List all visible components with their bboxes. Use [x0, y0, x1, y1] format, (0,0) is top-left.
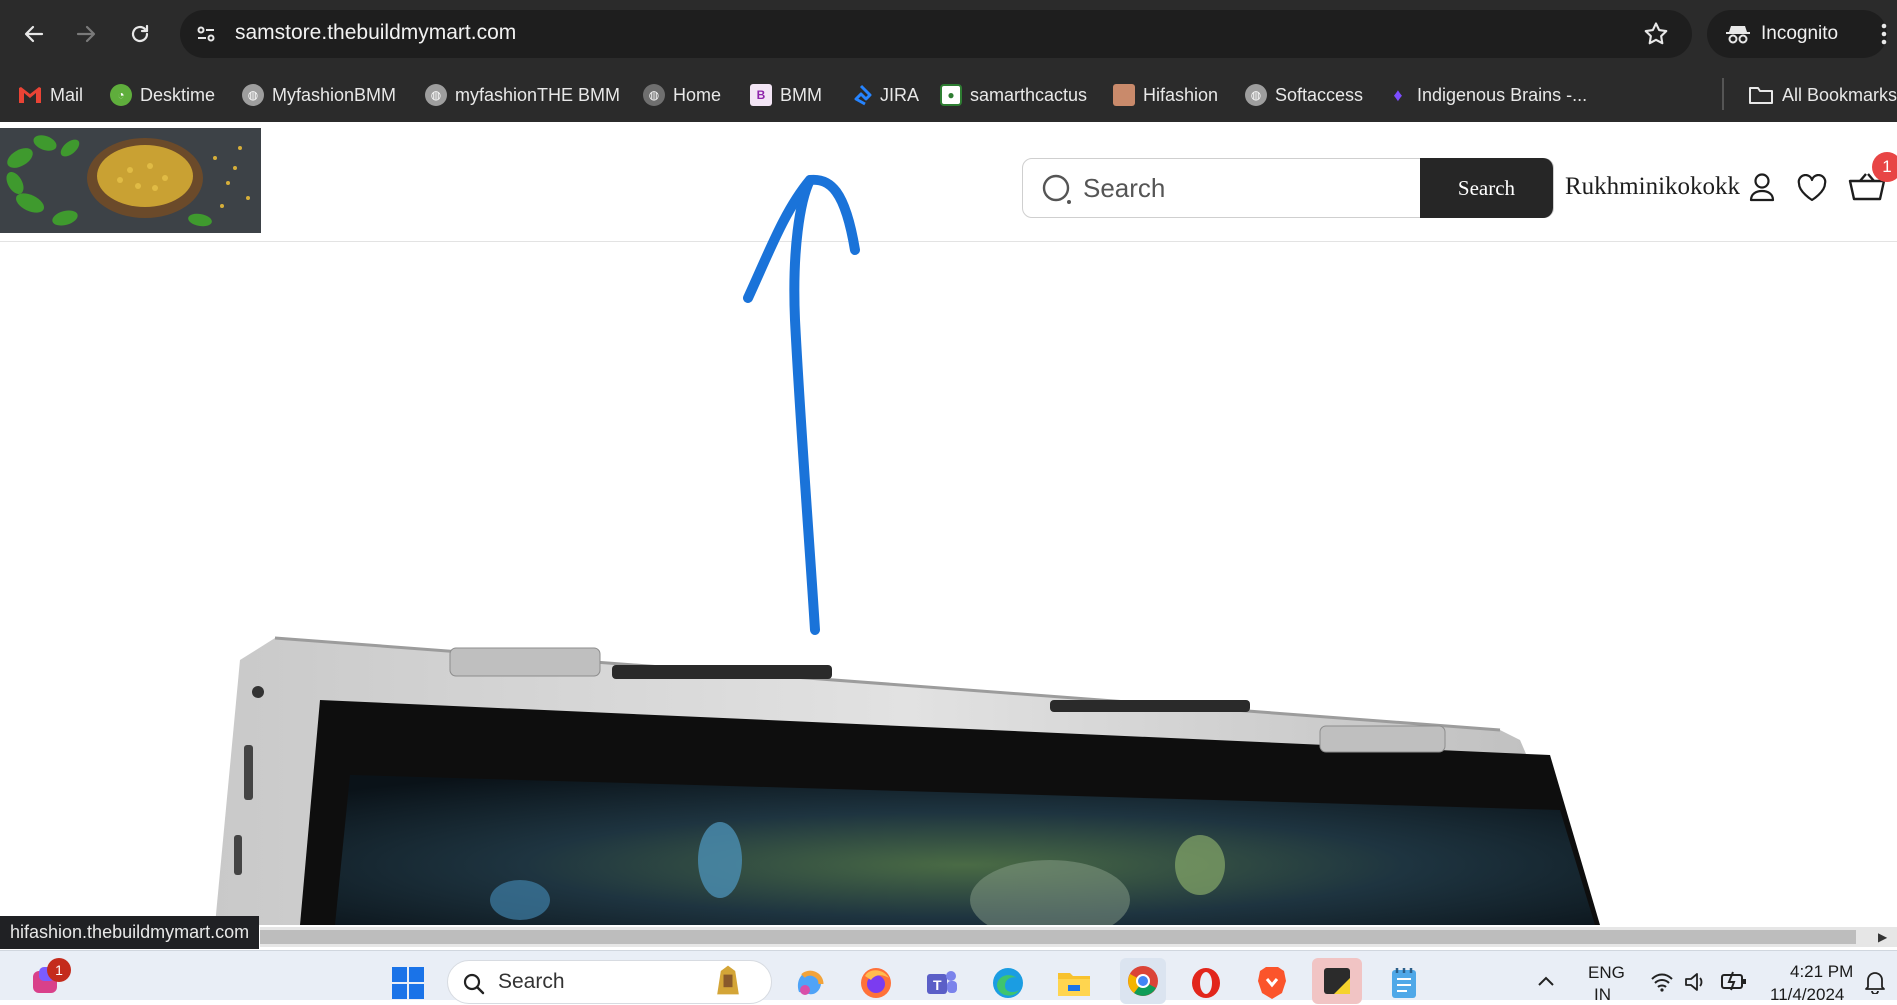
search-icon: [463, 973, 485, 995]
sticky-notes-icon: [1324, 968, 1350, 994]
bookmarks-separator: [1722, 78, 1724, 110]
bookmark-bmm[interactable]: B BMM: [750, 78, 822, 112]
taskbar-search-label: Search: [498, 970, 565, 993]
user-name-link[interactable]: Rukhminikokokk: [1565, 173, 1740, 201]
opera-icon: [1192, 968, 1220, 998]
spice-bowl-logo-image: [0, 128, 261, 233]
language-region: IN: [1594, 985, 1611, 1004]
taskbar-chrome[interactable]: [1120, 958, 1166, 1004]
hifashion-icon: [1113, 84, 1135, 106]
user-account-icon[interactable]: [1748, 172, 1776, 202]
annotation-arrow-up-icon: [743, 174, 860, 635]
bookmark-softaccess[interactable]: ◍ Softaccess: [1245, 78, 1363, 112]
samarth-icon: ●: [940, 84, 962, 106]
reload-button[interactable]: [124, 18, 156, 50]
language-indicator[interactable]: ENG: [1588, 963, 1625, 983]
hero-banner-laptop-image[interactable]: [0, 600, 1897, 925]
notification-bell-icon[interactable]: [1864, 970, 1886, 994]
taskbar-opera[interactable]: [1188, 965, 1224, 1001]
bookmark-myfashionthe-bmm[interactable]: ◍ myfashionTHE BMM: [425, 78, 620, 112]
clock-time[interactable]: 4:21 PM: [1790, 962, 1853, 982]
clock-date[interactable]: 11/4/2024: [1770, 985, 1844, 1005]
scrollbar-thumb[interactable]: [260, 930, 1856, 944]
search-button[interactable]: Search: [1420, 158, 1553, 218]
incognito-indicator[interactable]: Incognito: [1707, 10, 1887, 58]
teams-icon: T: [927, 971, 957, 994]
all-bookmarks-button[interactable]: All Bookmarks: [1748, 78, 1897, 112]
jira-icon: [854, 84, 872, 106]
forward-button[interactable]: [70, 18, 102, 50]
globe-icon: ◍: [425, 84, 447, 106]
header-divider: [0, 241, 1897, 242]
taskbar-brave[interactable]: [1254, 965, 1290, 1001]
copilot-icon: [797, 970, 824, 995]
reload-icon: [131, 24, 149, 43]
bookmark-hifashion[interactable]: Hifashion: [1113, 78, 1218, 112]
site-logo[interactable]: [0, 128, 261, 233]
globe-icon: ◍: [1245, 84, 1267, 106]
wishlist-heart-icon[interactable]: [1796, 174, 1828, 202]
chrome-icon: [1128, 966, 1158, 996]
back-button[interactable]: [18, 18, 50, 50]
gmail-icon: [19, 87, 41, 103]
folder-icon: [1058, 973, 1090, 996]
globe-icon: ◍: [643, 84, 665, 106]
site-info-icon[interactable]: [194, 22, 218, 46]
pharaoh-icon: [717, 965, 739, 995]
link-status-bubble: hifashion.thebuildmymart.com: [0, 916, 260, 949]
bookmark-myfashionbmm[interactable]: ◍ MyfashionBMM: [242, 78, 396, 112]
taskbar-file-explorer[interactable]: [1056, 965, 1092, 1001]
start-button[interactable]: [390, 965, 426, 1001]
bookmark-jira[interactable]: JIRA: [850, 78, 919, 112]
search-highlight-image: [710, 962, 746, 998]
svg-text:T: T: [933, 977, 942, 993]
edge-icon: [993, 968, 1023, 998]
volume-icon[interactable]: [1684, 972, 1708, 992]
taskbar-firefox[interactable]: [858, 965, 894, 1001]
bookmark-desktime[interactable]: ◔ Desktime: [110, 78, 215, 112]
search-input[interactable]: [1023, 159, 1423, 217]
notification-badge: 1: [47, 958, 71, 982]
battery-charging-icon[interactable]: [1720, 970, 1748, 992]
bookmark-samarthcactus[interactable]: ● samarthcactus: [940, 78, 1087, 112]
cart-count-badge: 1: [1872, 152, 1897, 182]
firefox-icon: [861, 968, 891, 998]
windows-logo-icon: [392, 967, 424, 999]
laptop-product-image: [215, 636, 1600, 925]
taskbar-notepad[interactable]: [1386, 965, 1422, 1001]
taskbar-copilot[interactable]: [792, 965, 828, 1001]
taskbar-sticky-notes[interactable]: [1312, 958, 1362, 1004]
url-text[interactable]: samstore.thebuildmymart.com: [235, 21, 516, 45]
bookmark-indigenous-brains[interactable]: ♦ Indigenous Brains -...: [1387, 78, 1587, 112]
bmm-icon: B: [750, 84, 772, 106]
taskbar-teams[interactable]: T: [924, 965, 960, 1001]
arrow-right-icon: [76, 25, 96, 43]
folder-icon: [1749, 87, 1773, 104]
bookmark-star-icon[interactable]: [1642, 20, 1670, 48]
bookmark-home[interactable]: ◍ Home: [643, 78, 721, 112]
incognito-label: Incognito: [1761, 23, 1839, 44]
desktime-icon: ◔: [110, 84, 132, 106]
arrow-left-icon: [24, 25, 44, 43]
indigenous-icon: ♦: [1393, 84, 1403, 105]
wifi-icon[interactable]: [1650, 972, 1674, 992]
chevron-up-icon[interactable]: [1536, 974, 1556, 988]
globe-icon: ◍: [242, 84, 264, 106]
taskbar-edge[interactable]: [990, 965, 1026, 1001]
bookmark-mail[interactable]: Mail: [18, 78, 83, 112]
more-options-icon[interactable]: [1880, 22, 1888, 46]
incognito-icon: [1726, 26, 1750, 44]
notepad-icon: [1392, 968, 1416, 998]
brave-icon: [1258, 967, 1286, 999]
scroll-right-arrow-icon[interactable]: ▶: [1878, 930, 1887, 944]
